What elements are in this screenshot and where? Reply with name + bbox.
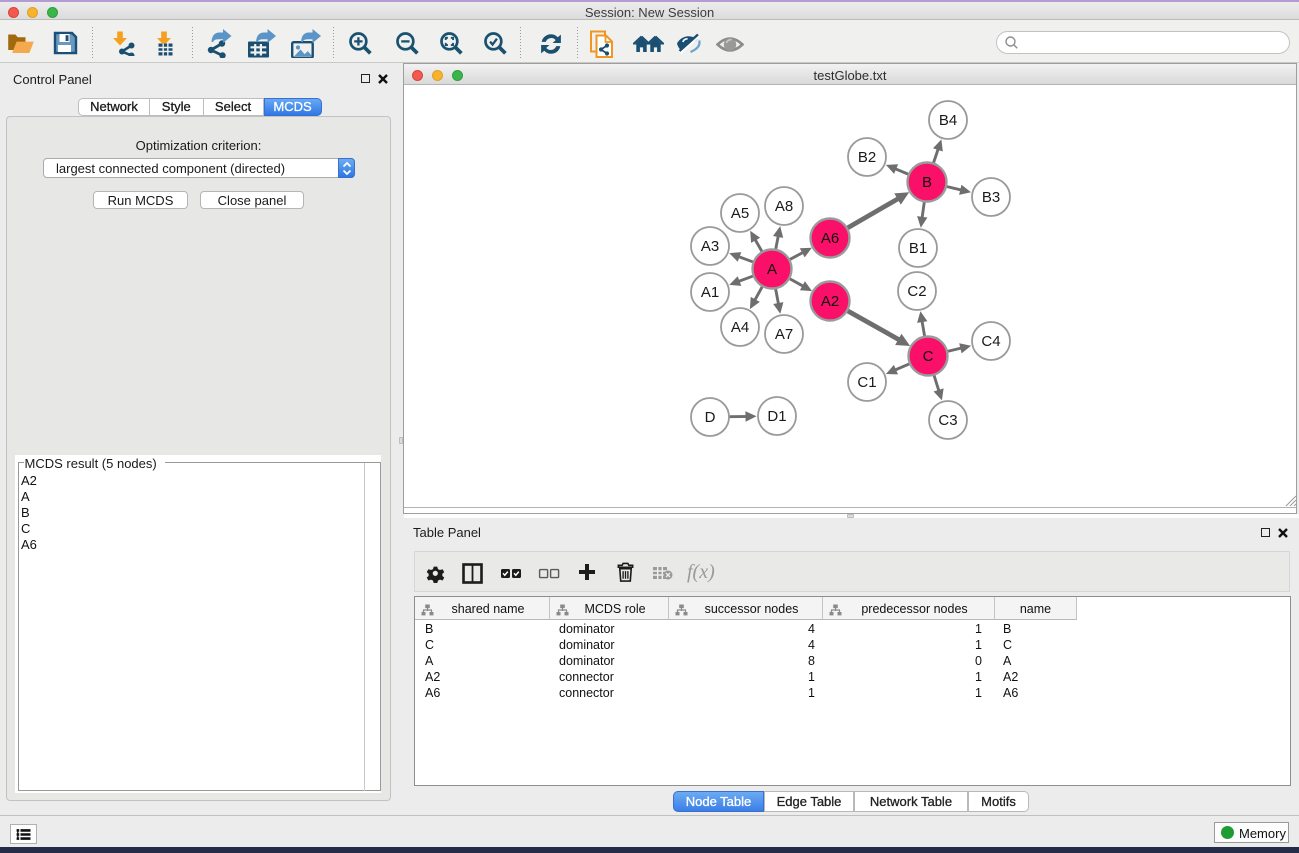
svg-text:A2: A2 bbox=[821, 293, 839, 310]
svg-text:A7: A7 bbox=[775, 326, 793, 343]
svg-text:D1: D1 bbox=[767, 408, 786, 425]
svg-text:C1: C1 bbox=[857, 374, 876, 391]
svg-text:B4: B4 bbox=[939, 112, 957, 129]
svg-text:A3: A3 bbox=[701, 238, 719, 255]
svg-text:B1: B1 bbox=[909, 240, 927, 257]
svg-text:B2: B2 bbox=[858, 149, 876, 166]
svg-text:B3: B3 bbox=[982, 189, 1000, 206]
svg-text:A1: A1 bbox=[701, 284, 719, 301]
svg-text:A8: A8 bbox=[775, 198, 793, 215]
svg-text:A: A bbox=[767, 261, 777, 278]
svg-text:A6: A6 bbox=[821, 230, 839, 247]
svg-text:C: C bbox=[923, 348, 934, 365]
svg-text:A4: A4 bbox=[731, 319, 749, 336]
svg-text:D: D bbox=[705, 409, 716, 426]
svg-text:A5: A5 bbox=[731, 205, 749, 222]
svg-text:C2: C2 bbox=[907, 283, 926, 300]
svg-text:C4: C4 bbox=[981, 333, 1000, 350]
svg-text:B: B bbox=[922, 174, 932, 191]
svg-text:C3: C3 bbox=[938, 412, 957, 429]
